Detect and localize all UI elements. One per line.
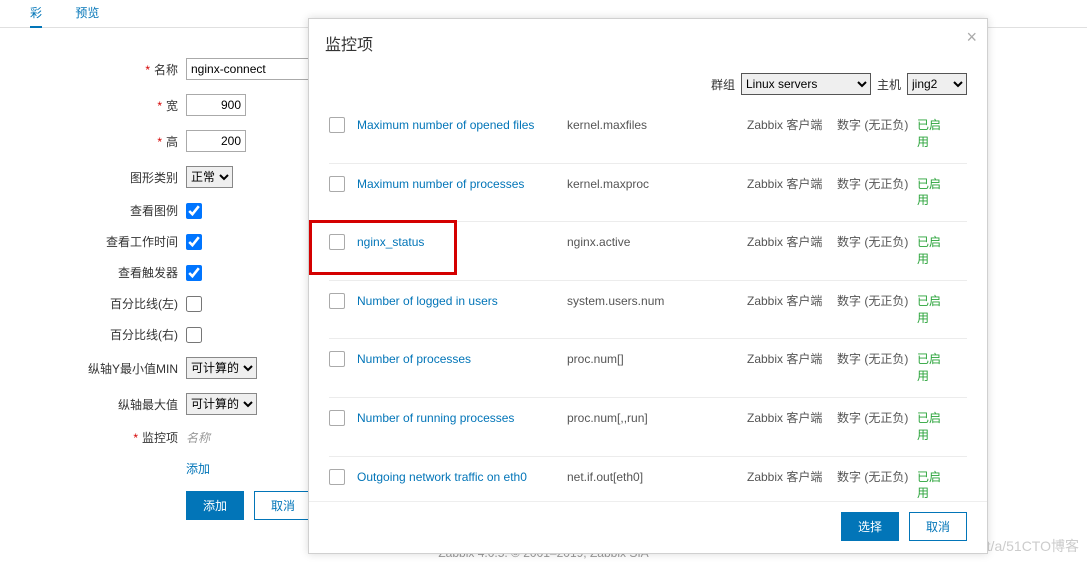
item-type: Zabbix 客户端 bbox=[747, 469, 837, 486]
label-width: 宽 bbox=[166, 99, 178, 113]
close-icon[interactable]: × bbox=[966, 27, 977, 48]
cancel-button[interactable]: 取消 bbox=[254, 491, 312, 520]
item-value-type: 数字 (无正负) bbox=[837, 293, 917, 310]
item-type: Zabbix 客户端 bbox=[747, 117, 837, 134]
row-checkbox[interactable] bbox=[329, 410, 345, 426]
table-row: Outgoing network traffic on eth0 net.if.o… bbox=[329, 457, 967, 501]
item-type: Zabbix 客户端 bbox=[747, 176, 837, 193]
show-legend-check[interactable] bbox=[186, 203, 202, 219]
item-status: 已启用 bbox=[917, 176, 951, 210]
label-graph-type: 图形类别 bbox=[0, 169, 186, 186]
row-checkbox[interactable] bbox=[329, 176, 345, 192]
filter-host-label: 主机 bbox=[877, 76, 901, 93]
item-name-link[interactable]: Maximum number of processes bbox=[357, 177, 524, 191]
item-key: net.if.out[eth0] bbox=[567, 469, 747, 486]
filter-host-select[interactable]: jing2 bbox=[907, 73, 967, 95]
item-key: nginx.active bbox=[567, 234, 747, 251]
table-row: Maximum number of opened files kernel.max… bbox=[329, 105, 967, 164]
width-input[interactable] bbox=[186, 94, 246, 116]
label-name: 名称 bbox=[154, 63, 178, 77]
item-name-link[interactable]: Number of running processes bbox=[357, 411, 514, 425]
item-key: kernel.maxproc bbox=[567, 176, 747, 193]
table-row: Maximum number of processes kernel.maxpro… bbox=[329, 164, 967, 223]
item-name-link[interactable]: Number of processes bbox=[357, 352, 471, 366]
perc-left-check[interactable] bbox=[186, 296, 202, 312]
add-button[interactable]: 添加 bbox=[186, 491, 244, 520]
row-checkbox[interactable] bbox=[329, 469, 345, 485]
label-show-worktime: 查看工作时间 bbox=[0, 233, 186, 250]
table-row: Number of processes proc.num[]Zabbix 客户端数… bbox=[329, 339, 967, 398]
label-items: 监控项 bbox=[142, 431, 178, 445]
table-row: Number of logged in users system.users.nu… bbox=[329, 281, 967, 340]
item-name-link[interactable]: Maximum number of opened files bbox=[357, 118, 534, 132]
item-name-link[interactable]: Number of logged in users bbox=[357, 294, 498, 308]
graph-type-select[interactable]: 正常 bbox=[186, 166, 233, 188]
item-key: proc.num[] bbox=[567, 351, 747, 368]
item-type: Zabbix 客户端 bbox=[747, 293, 837, 310]
perc-right-check[interactable] bbox=[186, 327, 202, 343]
item-status: 已启用 bbox=[917, 293, 951, 327]
items-modal: 监控项 × 群组 Linux servers 主机 jing2 Maximum … bbox=[308, 18, 988, 554]
item-key: system.users.num bbox=[567, 293, 747, 310]
item-value-type: 数字 (无正负) bbox=[837, 410, 917, 427]
label-perc-left: 百分比线(左) bbox=[0, 295, 186, 312]
label-show-triggers: 查看触发器 bbox=[0, 264, 186, 281]
label-yaxis-max: 纵轴最大值 bbox=[0, 396, 186, 413]
item-status: 已启用 bbox=[917, 117, 951, 151]
tab-preview[interactable]: 预览 bbox=[75, 6, 99, 26]
row-checkbox[interactable] bbox=[329, 117, 345, 133]
tab-graph[interactable]: 彩 bbox=[30, 6, 42, 28]
item-type: Zabbix 客户端 bbox=[747, 410, 837, 427]
item-key: proc.num[,,run] bbox=[567, 410, 747, 427]
item-type: Zabbix 客户端 bbox=[747, 351, 837, 368]
modal-cancel-button[interactable]: 取消 bbox=[909, 512, 967, 541]
height-input[interactable] bbox=[186, 130, 246, 152]
modal-select-button[interactable]: 选择 bbox=[841, 512, 899, 541]
show-worktime-check[interactable] bbox=[186, 234, 202, 250]
label-show-legend: 查看图例 bbox=[0, 202, 186, 219]
row-checkbox[interactable] bbox=[329, 293, 345, 309]
item-value-type: 数字 (无正负) bbox=[837, 234, 917, 251]
item-key: kernel.maxfiles bbox=[567, 117, 747, 134]
item-value-type: 数字 (无正负) bbox=[837, 351, 917, 368]
label-height: 高 bbox=[166, 135, 178, 149]
item-status: 已启用 bbox=[917, 351, 951, 385]
item-status: 已启用 bbox=[917, 234, 951, 268]
item-name-link[interactable]: Outgoing network traffic on eth0 bbox=[357, 470, 527, 484]
label-perc-right: 百分比线(右) bbox=[0, 326, 186, 343]
show-triggers-check[interactable] bbox=[186, 265, 202, 281]
item-value-type: 数字 (无正负) bbox=[837, 176, 917, 193]
item-status: 已启用 bbox=[917, 410, 951, 444]
filter-group-label: 群组 bbox=[711, 76, 735, 93]
table-row: nginx_status nginx.activeZabbix 客户端数字 (无正… bbox=[329, 222, 967, 281]
item-type: Zabbix 客户端 bbox=[747, 234, 837, 251]
modal-title: 监控项 bbox=[325, 37, 373, 54]
row-checkbox[interactable] bbox=[329, 351, 345, 367]
item-value-type: 数字 (无正负) bbox=[837, 117, 917, 134]
items-column-name: 名称 bbox=[186, 429, 286, 446]
table-row: Number of running processes proc.num[,,ru… bbox=[329, 398, 967, 457]
item-value-type: 数字 (无正负) bbox=[837, 469, 917, 486]
item-status: 已启用 bbox=[917, 469, 951, 501]
modal-body[interactable]: Maximum number of opened files kernel.max… bbox=[309, 105, 987, 501]
items-add-link[interactable]: 添加 bbox=[186, 460, 210, 477]
row-checkbox[interactable] bbox=[329, 234, 345, 250]
yaxis-max-select[interactable]: 可计算的 bbox=[186, 393, 257, 415]
yaxis-min-select[interactable]: 可计算的 bbox=[186, 357, 257, 379]
label-yaxis-min: 纵轴Y最小值MIN bbox=[0, 360, 186, 377]
filter-group-select[interactable]: Linux servers bbox=[741, 73, 871, 95]
item-name-link[interactable]: nginx_status bbox=[357, 235, 424, 249]
